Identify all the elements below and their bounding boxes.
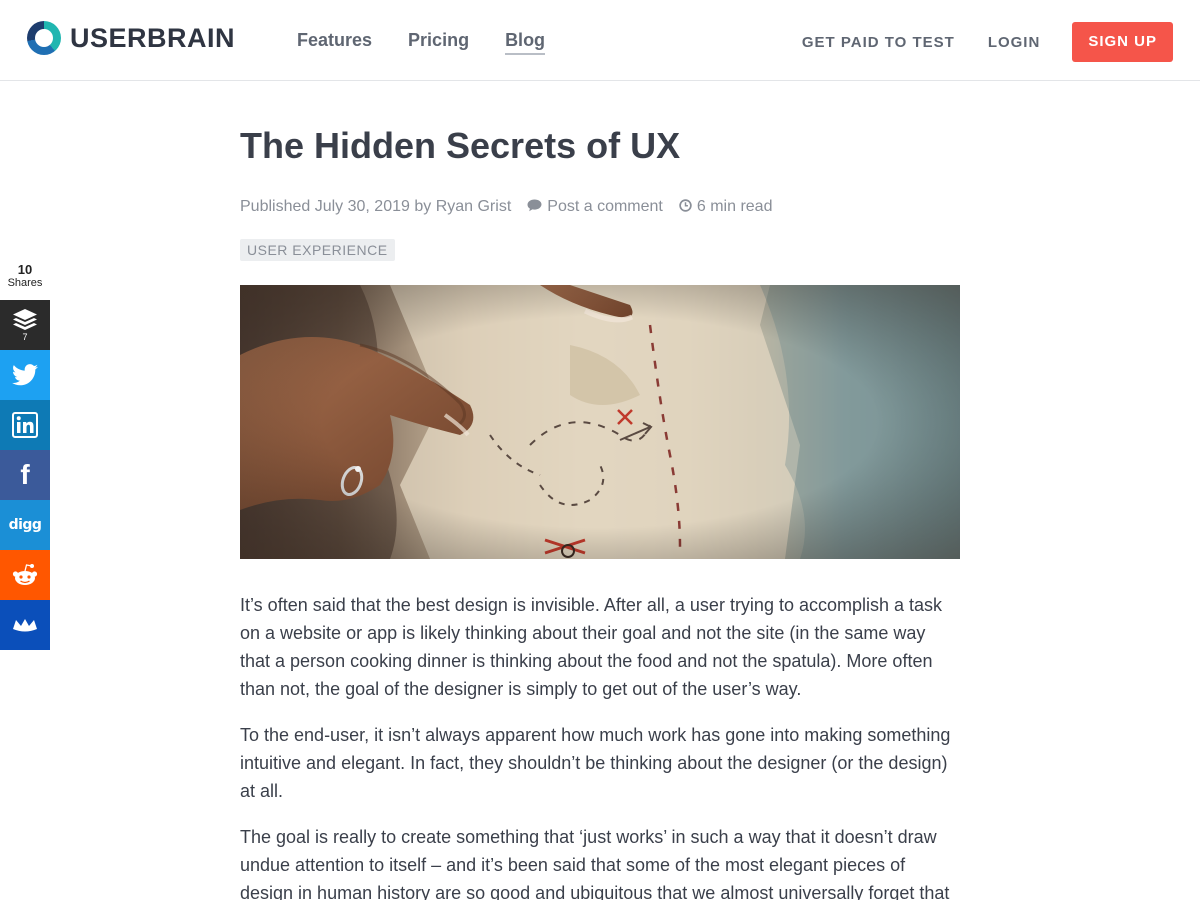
article-body: It’s often said that the best design is …: [240, 591, 960, 900]
share-twitter-button[interactable]: [0, 350, 50, 400]
article-paragraph: It’s often said that the best design is …: [240, 595, 943, 699]
nav-features[interactable]: Features: [297, 30, 372, 55]
share-sumo-button[interactable]: [0, 600, 50, 650]
comment-link[interactable]: Post a comment: [527, 198, 663, 216]
facebook-icon: f: [20, 459, 30, 490]
share-linkedin-button[interactable]: [0, 400, 50, 450]
reddit-icon: [12, 564, 38, 585]
comment-icon: [527, 199, 542, 212]
published-info: Published July 30, 2019 by Ryan Grist: [240, 198, 512, 215]
share-buffer-button[interactable]: 7: [0, 300, 50, 350]
login-link[interactable]: LOGIN: [988, 34, 1041, 51]
get-paid-link[interactable]: GET PAID TO TEST: [802, 34, 955, 51]
category-tag[interactable]: USER EXPERIENCE: [240, 239, 395, 261]
article: The Hidden Secrets of UX Published July …: [240, 122, 960, 900]
brand-name: USERBRAIN: [70, 22, 236, 53]
main-nav: Features Pricing Blog: [297, 30, 581, 55]
logo-icon: [27, 21, 61, 55]
share-count-label: Shares: [7, 277, 43, 289]
share-digg-button[interactable]: digg: [0, 500, 50, 550]
sumo-icon: [13, 619, 37, 632]
nav-blog[interactable]: Blog: [505, 30, 546, 55]
article-paragraph: To the end-user, it isn’t always apparen…: [240, 725, 951, 801]
logo[interactable]: USERBRAIN: [27, 21, 235, 55]
comment-label[interactable]: Post a comment: [547, 198, 663, 215]
article-paragraph: The goal is really to create something t…: [240, 827, 950, 900]
article-title: The Hidden Secrets of UX: [240, 125, 681, 166]
buffer-icon: [13, 309, 37, 330]
share-sidebar: 10 Shares 7 f digg: [0, 260, 50, 650]
share-facebook-button[interactable]: f: [0, 450, 50, 500]
share-reddit-button[interactable]: [0, 550, 50, 600]
twitter-icon: [12, 364, 38, 386]
read-time: 6 min read: [679, 198, 773, 216]
signup-button[interactable]: SIGN UP: [1072, 22, 1173, 62]
nav-pricing[interactable]: Pricing: [408, 30, 469, 55]
share-count: 10 Shares: [0, 260, 50, 300]
clock-icon: [679, 199, 692, 212]
site-header: USERBRAIN Features Pricing Blog GET PAID…: [0, 0, 1200, 81]
buffer-share-count: 7: [22, 332, 28, 342]
share-count-number: 10: [17, 262, 33, 277]
account-nav: GET PAID TO TEST LOGIN SIGN UP: [769, 22, 1173, 62]
hero-image: [240, 285, 960, 559]
treasure-map-illustration: [240, 285, 960, 559]
linkedin-icon: [12, 412, 38, 438]
digg-icon: digg: [8, 517, 42, 533]
read-time-label: 6 min read: [696, 198, 773, 215]
article-meta: Published July 30, 2019 by Ryan Grist Po…: [240, 198, 960, 216]
